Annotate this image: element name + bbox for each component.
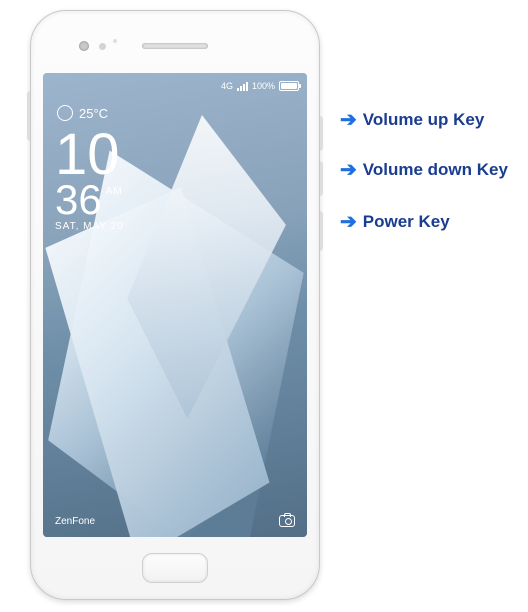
label-text: Power Key	[363, 212, 450, 232]
volume-up-button[interactable]	[320, 116, 323, 151]
weather-temp: 25°C	[79, 106, 108, 121]
status-bar: 4G 100%	[43, 73, 307, 99]
phone-body: 4G 100% 25°C 10 36 AM SAT, MAY 20 ZenFon…	[30, 10, 320, 600]
light-sensor	[113, 39, 117, 43]
brand-label: ZenFone	[55, 516, 95, 527]
volume-down-button[interactable]	[320, 161, 323, 196]
clock-ampm: AM	[106, 187, 123, 196]
clock-date: SAT, MAY 20	[55, 221, 124, 232]
arrow-icon: ➔	[340, 110, 357, 130]
home-button[interactable]	[142, 553, 208, 583]
camera-shortcut-icon[interactable]	[279, 515, 295, 527]
clock-widget[interactable]: 10 36 AM SAT, MAY 20	[55, 129, 124, 232]
label-text: Volume up Key	[363, 110, 485, 130]
label-volume-up: ➔ Volume up Key	[340, 110, 484, 130]
battery-icon	[279, 81, 299, 91]
network-label: 4G	[221, 81, 233, 91]
power-button[interactable]	[320, 211, 323, 251]
battery-pct: 100%	[252, 81, 275, 91]
front-camera	[79, 41, 89, 51]
arrow-icon: ➔	[340, 160, 357, 180]
signal-icon	[237, 82, 248, 91]
label-power: ➔ Power Key	[340, 212, 450, 232]
arrow-icon: ➔	[340, 212, 357, 232]
proximity-sensor	[99, 43, 106, 50]
label-volume-down: ➔ Volume down Key	[340, 160, 508, 180]
label-text: Volume down Key	[363, 160, 508, 180]
clock-minutes: 36	[55, 181, 102, 219]
phone-screen[interactable]: 4G 100% 25°C 10 36 AM SAT, MAY 20 ZenFon…	[43, 73, 307, 537]
weather-widget[interactable]: 25°C	[57, 105, 108, 121]
weather-sun-icon	[57, 105, 73, 121]
earpiece-speaker	[142, 43, 208, 49]
clock-hours: 10	[55, 129, 120, 181]
